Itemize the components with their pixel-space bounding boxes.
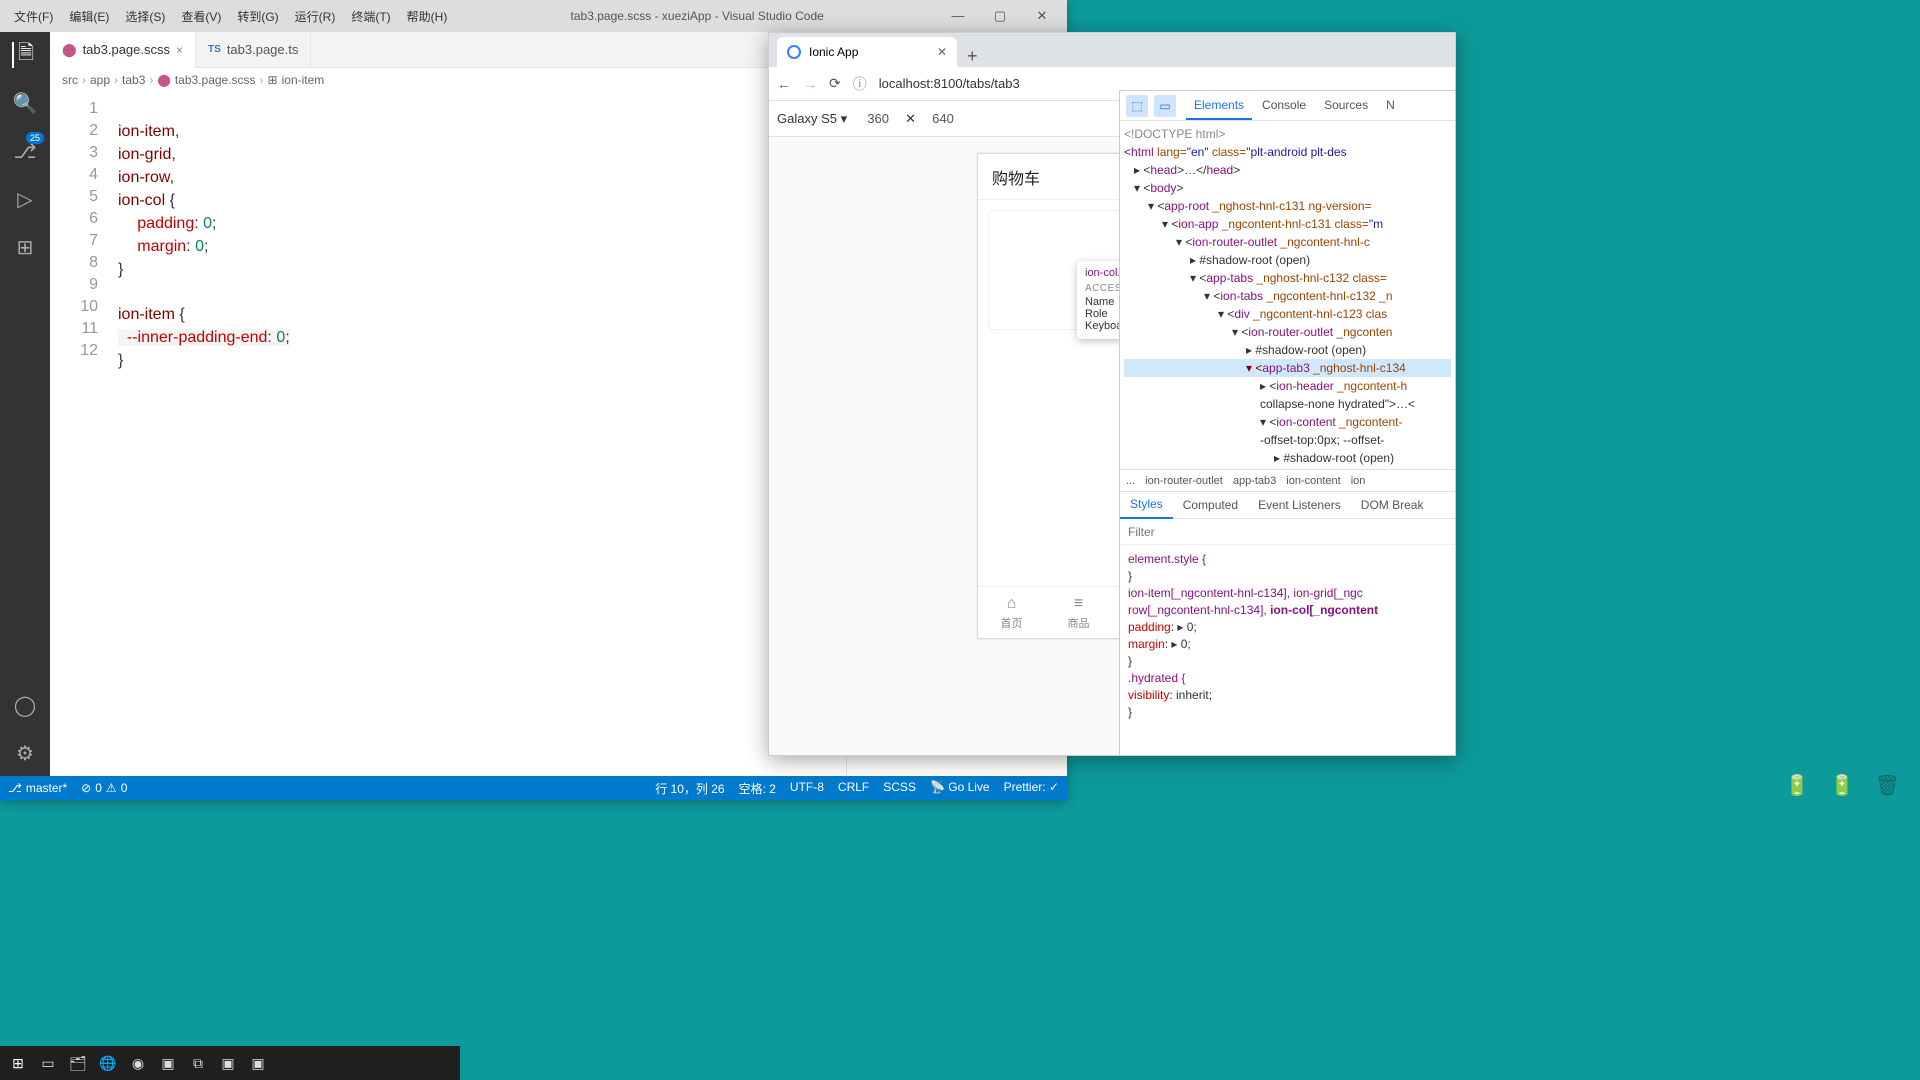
maximize-icon[interactable]: ▢ [983,8,1017,24]
gear-icon[interactable]: ⚙ [12,740,38,766]
menu-help[interactable]: 帮助(H) [401,4,454,29]
cursor-position[interactable]: 行 10，列 26 [655,780,724,797]
language-indicator[interactable]: SCSS [883,780,916,797]
chrome-tab[interactable]: Ionic App ✕ [777,37,957,67]
extensions-icon[interactable]: ⊞ [12,234,38,260]
styles-tabs: Styles Computed Event Listeners DOM Brea… [1120,491,1455,519]
search-icon[interactable]: 🔍 [12,90,38,116]
tab-console[interactable]: Console [1254,92,1314,120]
tab-event-listeners[interactable]: Event Listeners [1248,492,1351,518]
back-icon[interactable]: ← [777,76,791,92]
swap-icon[interactable]: ✕ [905,111,916,127]
edge-icon[interactable]: 🌐 [94,1049,122,1077]
activity-bar: 🗎 🔍 ⎇ 25 ▷ ⊞ ◯ ⚙ [0,32,50,776]
scm-badge: 25 [26,132,44,144]
reload-icon[interactable]: ⟳ [829,75,841,92]
menu-run[interactable]: 运行(R) [289,4,342,29]
debug-icon[interactable]: ▷ [12,186,38,212]
branch-indicator[interactable]: ⎇ master* [8,781,67,795]
app1-icon[interactable]: ▣ [154,1049,182,1077]
status-bar: ⎇ master* ⊘ 0 ⚠ 0 行 10，列 26 空格: 2 UTF-8 … [0,776,1067,800]
indent-indicator[interactable]: 空格: 2 [739,780,776,797]
width-input[interactable] [857,111,899,126]
menu-selection[interactable]: 选择(S) [119,4,171,29]
eol-indicator[interactable]: CRLF [838,780,869,797]
taskview-icon[interactable]: ▭ [34,1049,62,1077]
app3-icon[interactable]: ▣ [244,1049,272,1077]
trash-icon[interactable]: 🗑 [1875,773,1900,798]
close-icon[interactable]: ✕ [1025,8,1059,24]
battery1-icon: 🔋 [1785,773,1810,798]
tab-elements[interactable]: Elements [1186,92,1252,120]
titlebar: 文件(F) 编辑(E) 选择(S) 查看(V) 转到(G) 运行(R) 终端(T… [0,0,1067,32]
forward-icon[interactable]: → [803,76,817,92]
chrome-tabstrip: Ionic App ✕ + [769,33,1455,67]
dom-breadcrumb[interactable]: ...ion-router-outletapp-tab3ion-contenti… [1120,469,1455,491]
window-title: tab3.page.scss - xueziApp - Visual Studi… [453,9,941,23]
app2-icon[interactable]: ▣ [214,1049,242,1077]
dom-tree[interactable]: <!DOCTYPE html> <html lang="en" class="p… [1120,121,1455,469]
device-mode-icon[interactable]: ▭ [1154,95,1176,117]
favicon-icon [787,45,801,59]
windows-taskbar: ⊞ ▭ 🗂 🌐 ◉ ▣ ⧉ ▣ ▣ [0,1046,460,1080]
menu-view[interactable]: 查看(V) [175,4,227,29]
golive-indicator[interactable]: 📡 Go Live [930,780,990,797]
menu-edit[interactable]: 编辑(E) [63,4,115,29]
battery2-icon: 🔋 [1830,773,1855,798]
tab-label: Ionic App [809,45,858,59]
tab-label: tab3.page.ts [227,42,299,57]
account-icon[interactable]: ◯ [12,692,38,718]
problems-indicator[interactable]: ⊘ 0 ⚠ 0 [81,781,127,795]
tab-scss[interactable]: ⬤ tab3.page.scss × [50,32,196,68]
tab-more[interactable]: N [1378,92,1403,120]
vscode-taskbar-icon[interactable]: ⧉ [184,1049,212,1077]
tab-label: tab3.page.scss [83,42,170,57]
close-icon[interactable]: ✕ [937,45,947,59]
menu-file[interactable]: 文件(F) [8,4,59,29]
device-select[interactable]: Galaxy S5 ▾ [777,111,847,127]
inspect-icon[interactable]: ⬚ [1126,95,1148,117]
styles-filter-input[interactable] [1128,525,1447,539]
encoding-indicator[interactable]: UTF-8 [790,780,824,797]
prettier-indicator[interactable]: Prettier: ✓ [1004,780,1059,797]
tab-sources[interactable]: Sources [1316,92,1376,120]
styles-pane[interactable]: element.style { } ion-item[_ngcontent-hn… [1120,545,1455,755]
chrome-icon[interactable]: ◉ [124,1049,152,1077]
devtools-toolbar: ⬚ ▭ Elements Console Sources N [1120,91,1455,121]
menubar: 文件(F) 编辑(E) 选择(S) 查看(V) 转到(G) 运行(R) 终端(T… [8,4,453,29]
tab-dom-breakpoints[interactable]: DOM Break [1351,492,1434,518]
height-input[interactable] [922,111,964,126]
line-gutter: 123456789101112 [50,92,110,776]
desktop-tray: 🔋 🔋 🗑 [1720,770,1920,800]
devtools-panel: ⬚ ▭ Elements Console Sources N <!DOCTYPE… [1119,90,1456,756]
code-scss[interactable]: ion-item, ion-grid, ion-row, ion-col { p… [110,92,846,776]
new-tab-icon[interactable]: + [957,46,988,67]
menu-goto[interactable]: 转到(G) [231,4,284,29]
tab-home[interactable]: ⌂首页 [978,587,1045,638]
explorer-icon[interactable]: 🗎 [12,42,38,68]
explorer-taskbar-icon[interactable]: 🗂 [64,1049,92,1077]
start-icon[interactable]: ⊞ [4,1049,32,1077]
address-bar[interactable]: localhost:8100/tabs/tab3 [879,76,1447,91]
editor-pane-scss[interactable]: 123456789101112 ion-item, ion-grid, ion-… [50,92,847,776]
tab-styles[interactable]: Styles [1120,491,1173,519]
close-icon[interactable]: × [176,43,183,57]
tab-products[interactable]: ≡商品 [1045,587,1112,638]
tab-computed[interactable]: Computed [1173,492,1248,518]
tab-ts[interactable]: TS tab3.page.ts [196,32,311,68]
minimize-icon[interactable]: ― [941,8,975,24]
menu-terminal[interactable]: 终端(T) [345,4,396,29]
